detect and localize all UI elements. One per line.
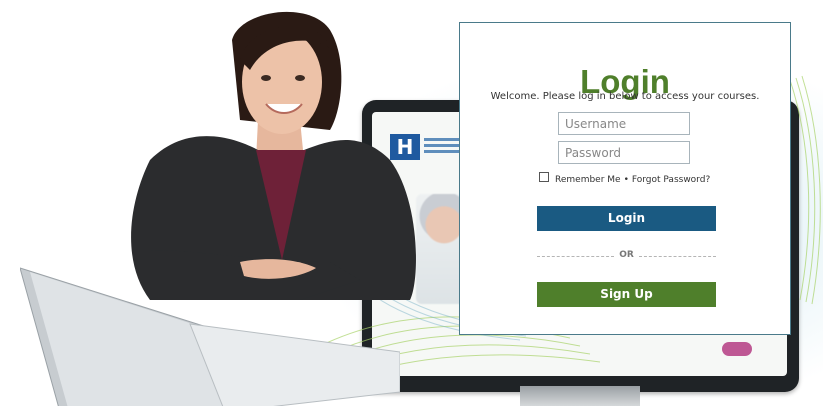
username-input[interactable] xyxy=(558,112,690,135)
laptop-image xyxy=(20,267,400,406)
remember-me-checkbox[interactable] xyxy=(539,172,549,182)
password-input[interactable] xyxy=(558,141,690,164)
login-panel: Login Welcome. Please log in below to ac… xyxy=(459,22,791,335)
remember-me-label[interactable]: Remember Me xyxy=(555,175,621,185)
monitor-stand xyxy=(520,386,640,406)
or-divider: OR xyxy=(537,250,716,262)
forgot-password-link[interactable]: Forgot Password? xyxy=(632,175,710,185)
remember-row: Remember Me • Forgot Password? xyxy=(539,172,710,186)
divider-line-right xyxy=(639,256,716,257)
signup-button[interactable]: Sign Up xyxy=(537,282,716,307)
link-separator: • xyxy=(623,175,629,185)
login-button[interactable]: Login xyxy=(537,206,716,231)
welcome-text: Welcome. Please log in below to access y… xyxy=(490,91,760,102)
hero-background: H Login Welcome. Please log in below to … xyxy=(0,0,823,406)
screen-decoration xyxy=(722,342,752,356)
or-divider-text: OR xyxy=(619,250,634,260)
